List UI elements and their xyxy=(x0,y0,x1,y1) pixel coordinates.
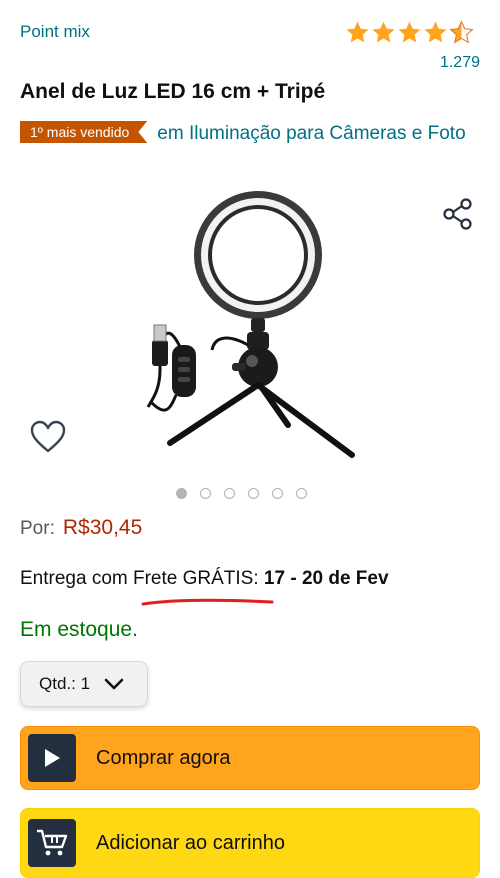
delivery-info: Entrega com Frete GRÁTIS: 17 - 20 de Fev xyxy=(20,568,389,590)
add-to-cart-button[interactable]: Adicionar ao carrinho xyxy=(20,808,480,878)
star-icon xyxy=(398,21,421,43)
add-to-cart-label: Adicionar ao carrinho xyxy=(96,831,285,854)
carousel-dot[interactable] xyxy=(272,488,283,499)
delivery-prefix: Entrega com Frete GRÁTIS: xyxy=(20,568,259,589)
carousel-dot[interactable] xyxy=(248,488,259,499)
brand-link[interactable]: Point mix xyxy=(20,22,90,42)
image-carousel-dots[interactable] xyxy=(176,488,307,499)
quantity-label: Qtd.: xyxy=(39,674,76,693)
rating-count[interactable]: 1.279 xyxy=(440,54,480,72)
product-title: Anel de Luz LED 16 cm + Tripé xyxy=(20,80,326,103)
carousel-dot[interactable] xyxy=(176,488,187,499)
star-icon xyxy=(372,21,395,43)
price-label: Por: xyxy=(20,518,55,539)
quantity-select[interactable]: Qtd.: 1 xyxy=(20,661,148,707)
bestseller-badge[interactable]: 1º mais vendido xyxy=(20,121,147,143)
star-half-icon xyxy=(449,20,474,44)
category-link[interactable]: em Iluminação para Câmeras e Foto xyxy=(157,123,465,144)
star-icon xyxy=(346,21,369,43)
cart-icon xyxy=(28,819,76,867)
bestseller-line: 1º mais vendido em Iluminação para Câmera… xyxy=(20,119,480,148)
price-value: R$30,45 xyxy=(62,516,143,539)
buy-now-label: Comprar agora xyxy=(96,746,231,769)
price-row: Por: R$30,45 xyxy=(20,516,142,540)
rating-stars[interactable] xyxy=(345,20,474,45)
delivery-dates: 17 - 20 de Fev xyxy=(263,568,389,589)
carousel-dot[interactable] xyxy=(224,488,235,499)
share-icon[interactable] xyxy=(440,196,476,232)
heart-icon[interactable] xyxy=(30,420,66,454)
play-icon xyxy=(28,734,76,782)
quantity-value: 1 xyxy=(80,674,91,693)
red-underline-annotation xyxy=(141,598,274,606)
carousel-dot[interactable] xyxy=(296,488,307,499)
star-icon xyxy=(424,21,447,43)
product-image[interactable] xyxy=(120,185,380,470)
chevron-down-icon xyxy=(104,678,124,690)
buy-now-button[interactable]: Comprar agora xyxy=(20,726,480,790)
carousel-dot[interactable] xyxy=(200,488,211,499)
stock-status: Em estoque. xyxy=(20,618,138,641)
